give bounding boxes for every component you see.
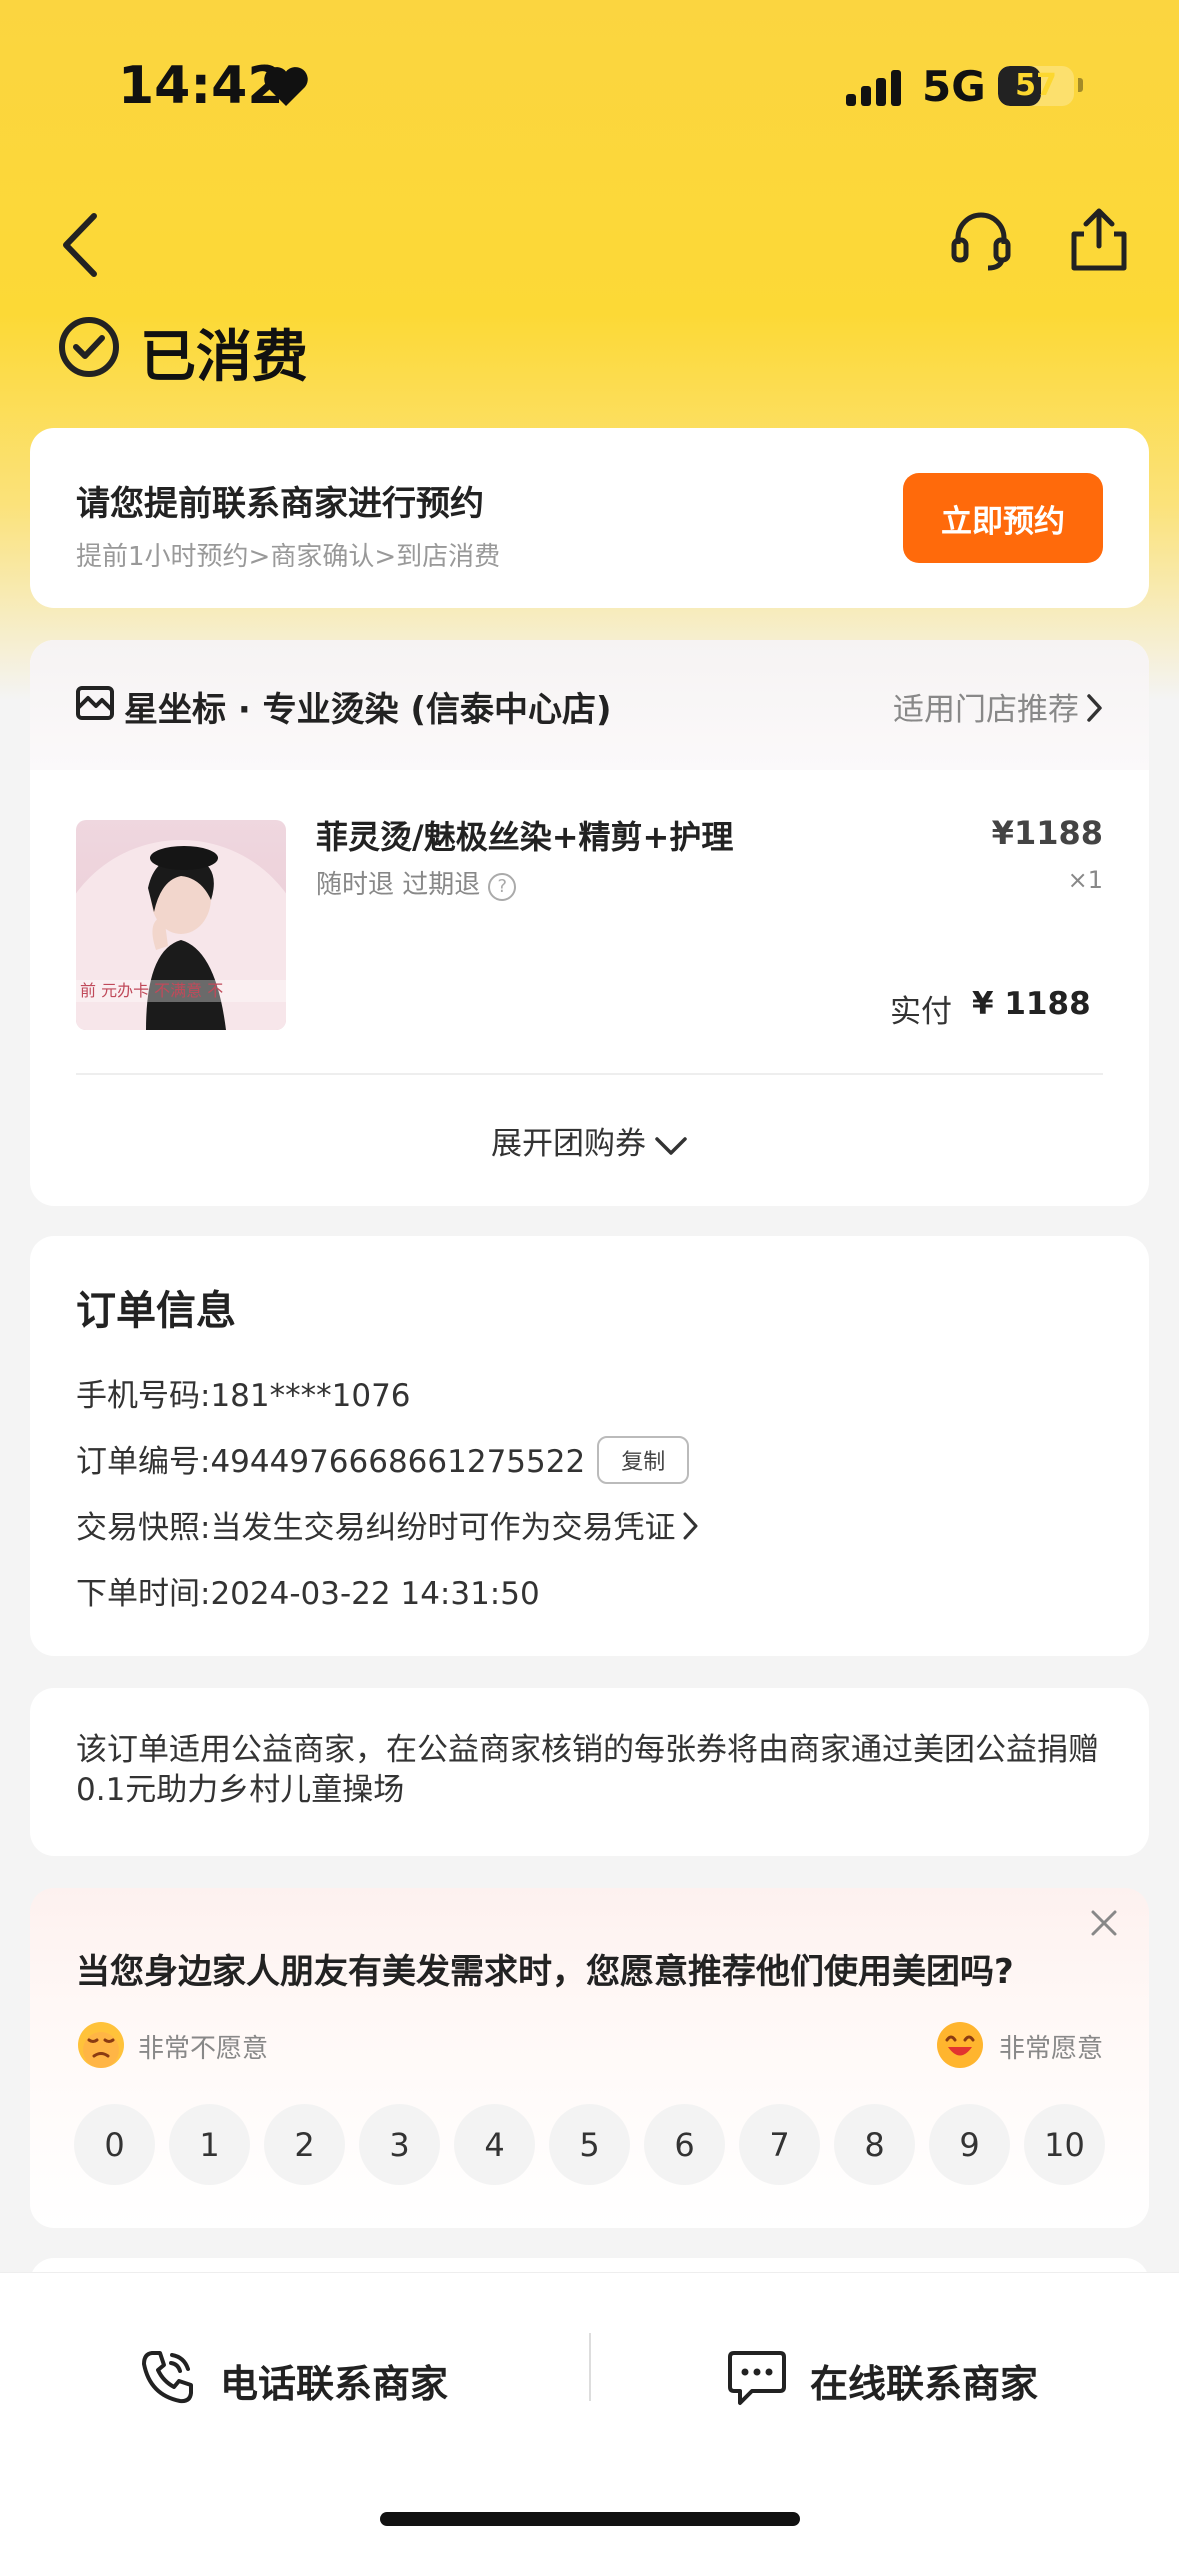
battery-icon: 57 bbox=[998, 66, 1074, 106]
customer-service-icon[interactable] bbox=[950, 210, 1012, 272]
phone-label: 手机号码: bbox=[76, 1378, 211, 1414]
store-recommend-link[interactable]: 适用门店推荐 bbox=[893, 684, 1103, 729]
help-icon[interactable]: ? bbox=[488, 873, 517, 901]
order-number-row: 订单编号:4944976668661275522 复制 bbox=[76, 1436, 690, 1484]
refund-policy: 随时退 过期退? bbox=[316, 864, 517, 901]
copy-button[interactable]: 复制 bbox=[597, 1436, 690, 1484]
score-option[interactable]: 4 bbox=[454, 2104, 535, 2185]
signal-icon bbox=[846, 70, 901, 106]
score-option[interactable]: 8 bbox=[834, 2104, 915, 2185]
divider bbox=[76, 1073, 1103, 1075]
chat-merchant-label: 在线联系商家 bbox=[810, 2362, 1039, 2406]
sad-face-icon bbox=[78, 2022, 124, 2068]
shop-name: 星坐标 · 专业烫染 (信泰中心店) bbox=[124, 690, 612, 730]
score-options: 0 1 2 3 4 5 6 7 8 9 10 bbox=[74, 2104, 1105, 2185]
product-image[interactable]: 前 元办卡 不满意 不 bbox=[76, 820, 286, 1030]
expand-vouchers-label: 展开团购券 bbox=[491, 1126, 646, 1162]
score-option[interactable]: 1 bbox=[169, 2104, 250, 2185]
survey-low-label: 非常不愿意 bbox=[138, 2034, 269, 2064]
paid-label: 实付 bbox=[890, 994, 952, 1030]
charity-text: 该订单适用公益商家，在公益商家核销的每张券将由商家通过美团公益捐赠 0.1元助力… bbox=[76, 1732, 1099, 1808]
reservation-card: 请您提前联系商家进行预约 提前1小时预约>商家确认>到店消费 立即预约 bbox=[30, 428, 1149, 608]
check-circle-icon bbox=[59, 317, 119, 377]
product-quantity: ×1 bbox=[1067, 866, 1103, 894]
chevron-right-icon bbox=[1087, 694, 1102, 722]
score-option[interactable]: 0 bbox=[74, 2104, 155, 2185]
paid-amount: ¥ 1188 bbox=[972, 986, 1091, 1022]
product-image-overlay-text: 前 元办卡 不满意 不 bbox=[80, 981, 223, 1000]
phone-row: 手机号码:181****1076 bbox=[76, 1370, 411, 1415]
survey-high-label: 非常愿意 bbox=[998, 2034, 1103, 2064]
call-merchant-label: 电话联系商家 bbox=[220, 2362, 449, 2406]
shop-header[interactable]: 星坐标 · 专业烫染 (信泰中心店) 适用门店推荐 bbox=[30, 640, 1149, 770]
order-time-label: 下单时间: bbox=[76, 1576, 211, 1612]
bottom-divider bbox=[589, 2333, 591, 2401]
store-recommend-label: 适用门店推荐 bbox=[893, 692, 1079, 728]
refund-policy-text: 随时退 过期退 bbox=[316, 870, 481, 900]
survey-question: 当您身边家人朋友有美发需求时，您愿意推荐他们使用美团吗? bbox=[76, 1952, 1014, 1992]
score-option[interactable]: 3 bbox=[359, 2104, 440, 2185]
reservation-title: 请您提前联系商家进行预约 bbox=[76, 484, 484, 524]
snapshot-value: 当发生交易纠纷时可作为交易凭证 bbox=[210, 1510, 676, 1546]
chat-bubble-icon bbox=[728, 2351, 786, 2405]
product-card: 星坐标 · 专业烫染 (信泰中心店) 适用门店推荐 前 元办卡 不满意 不 菲灵… bbox=[30, 640, 1149, 1206]
score-option[interactable]: 6 bbox=[644, 2104, 725, 2185]
heart-icon bbox=[264, 67, 308, 106]
product-name: 菲灵烫/魅极丝染+精剪+护理 bbox=[316, 818, 734, 856]
snapshot-label: 交易快照: bbox=[76, 1510, 211, 1546]
battery-percent: 57 bbox=[1015, 68, 1057, 103]
status-title: 已消费 bbox=[140, 325, 308, 390]
book-now-button[interactable]: 立即预约 bbox=[903, 473, 1103, 563]
chevron-down-icon bbox=[655, 1137, 687, 1155]
chevron-right-icon bbox=[683, 1512, 698, 1540]
order-info-title: 订单信息 bbox=[76, 1288, 236, 1334]
back-arrow-icon[interactable] bbox=[56, 210, 104, 280]
score-option[interactable]: 5 bbox=[549, 2104, 630, 2185]
product-price: ¥1188 bbox=[991, 814, 1103, 852]
home-indicator[interactable] bbox=[380, 2512, 800, 2526]
status-time: 14:42 bbox=[118, 56, 284, 116]
charity-card: 该订单适用公益商家，在公益商家核销的每张券将由商家通过美团公益捐赠 0.1元助力… bbox=[30, 1688, 1149, 1856]
reservation-steps: 提前1小时预约>商家确认>到店消费 bbox=[76, 542, 501, 572]
phone-value: 181****1076 bbox=[210, 1378, 411, 1414]
score-option[interactable]: 2 bbox=[264, 2104, 345, 2185]
order-number-value: 4944976668661275522 bbox=[210, 1444, 586, 1480]
expand-vouchers-button[interactable]: 展开团购券 bbox=[30, 1118, 1149, 1163]
close-icon[interactable] bbox=[1089, 1908, 1119, 1938]
happy-face-icon bbox=[937, 2022, 983, 2068]
order-time-value: 2024-03-22 14:31:50 bbox=[210, 1576, 540, 1612]
product-photo: 前 元办卡 不满意 不 bbox=[76, 840, 286, 1030]
order-number-label: 订单编号: bbox=[76, 1444, 211, 1480]
order-info-card: 订单信息 手机号码:181****1076 订单编号:4944976668661… bbox=[30, 1236, 1149, 1656]
phone-icon bbox=[142, 2351, 193, 2404]
order-time-row: 下单时间:2024-03-22 14:31:50 bbox=[76, 1568, 540, 1613]
snapshot-row[interactable]: 交易快照:当发生交易纠纷时可作为交易凭证 bbox=[76, 1502, 699, 1547]
store-icon bbox=[76, 686, 114, 720]
score-option[interactable]: 9 bbox=[929, 2104, 1010, 2185]
score-option[interactable]: 10 bbox=[1024, 2104, 1105, 2185]
battery-tip bbox=[1078, 78, 1083, 92]
share-icon[interactable] bbox=[1068, 206, 1130, 272]
score-option[interactable]: 7 bbox=[739, 2104, 820, 2185]
nps-survey-card: 当您身边家人朋友有美发需求时，您愿意推荐他们使用美团吗? 非常不愿意 非常愿意 … bbox=[30, 1888, 1149, 2228]
network-label: 5G bbox=[922, 62, 986, 111]
